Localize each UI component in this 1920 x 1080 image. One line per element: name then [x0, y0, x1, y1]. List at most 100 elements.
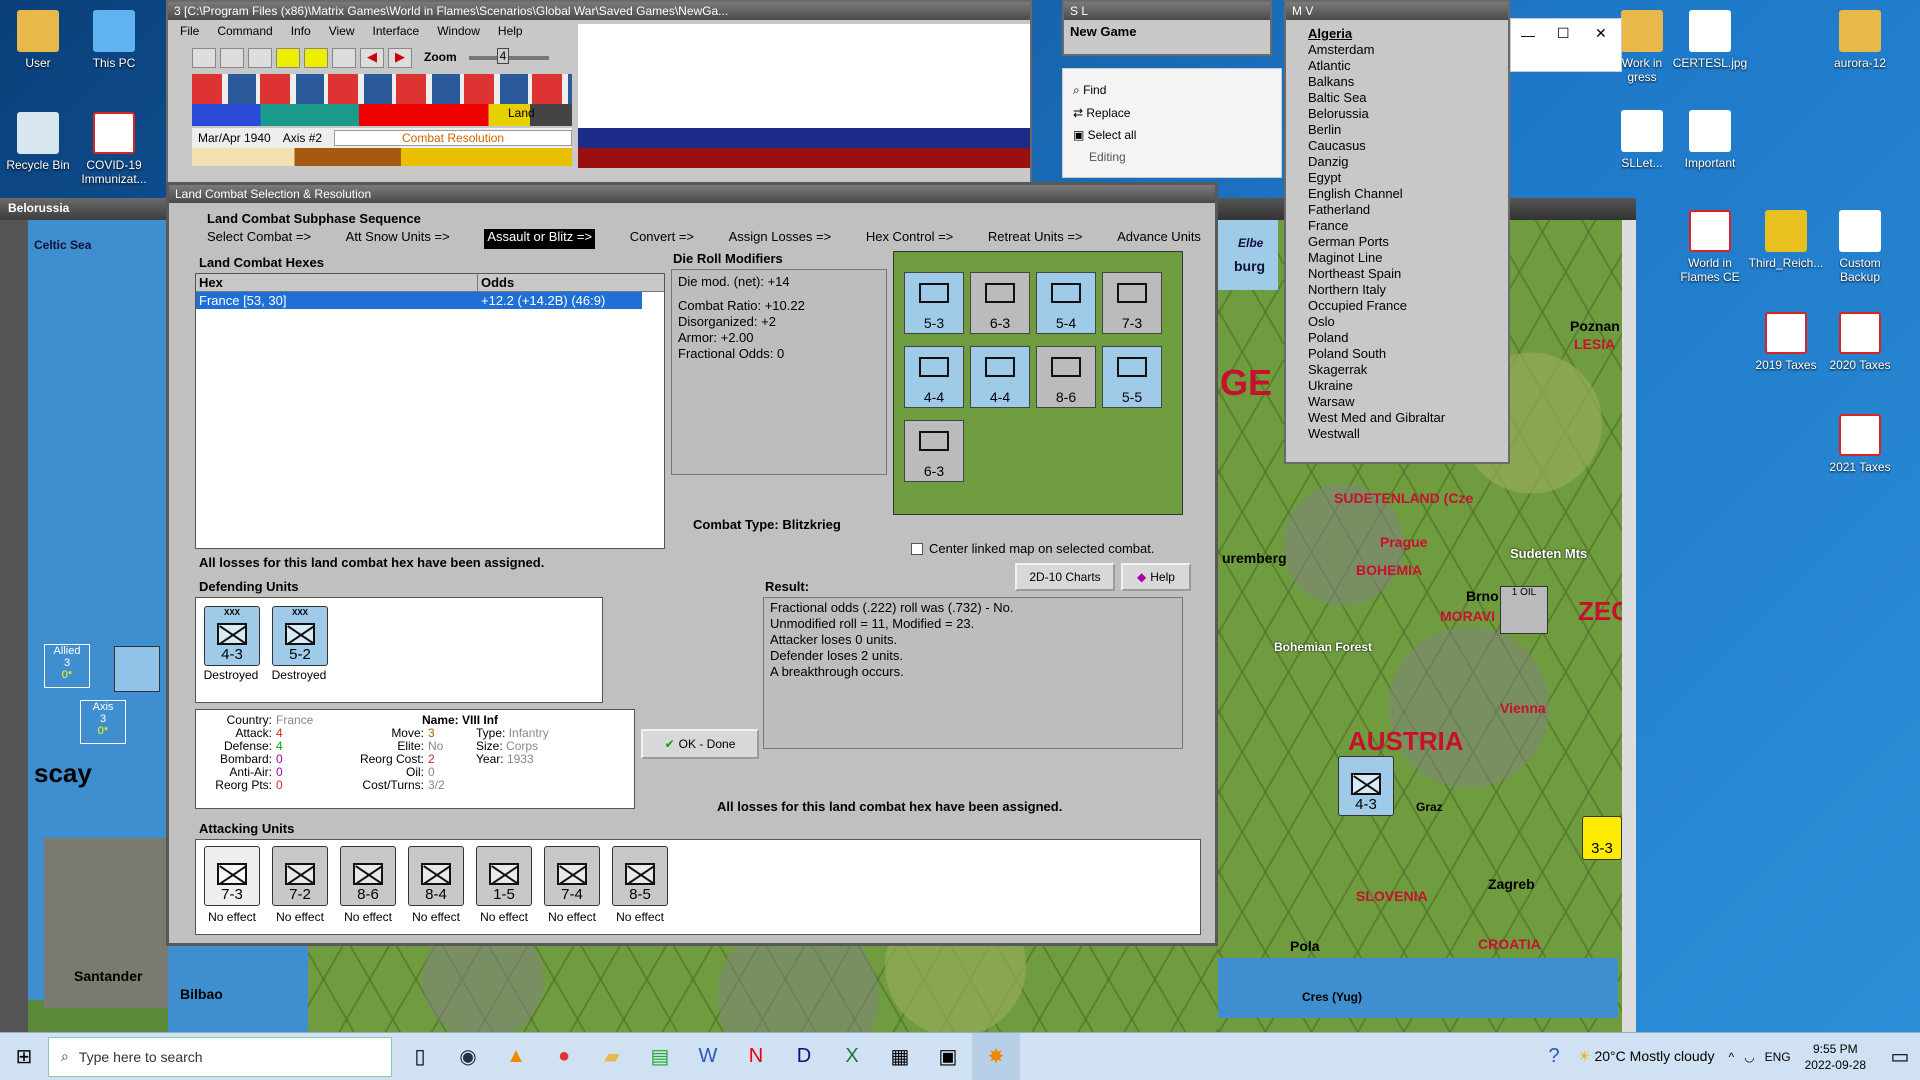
region-list-item[interactable]: Balkans [1308, 74, 1488, 90]
arrow-left-icon[interactable]: ◀ [360, 48, 384, 68]
tool-check-icon[interactable] [304, 48, 328, 68]
region-list-item[interactable]: Algeria [1308, 26, 1488, 42]
clock[interactable]: 9:55 PM 2022-09-28 [1805, 1041, 1866, 1073]
region-list-item[interactable]: Northeast Spain [1308, 266, 1488, 282]
region-list-item[interactable]: Poland South [1308, 346, 1488, 362]
region-list-item[interactable]: German Ports [1308, 234, 1488, 250]
find-button[interactable]: ⌕ Find [1073, 83, 1281, 98]
minimap-unit[interactable]: 5-4 [1036, 272, 1096, 334]
tool-gear-icon[interactable] [248, 48, 272, 68]
replace-button[interactable]: ⇄ Replace [1073, 106, 1281, 120]
region-list-item[interactable]: Berlin [1308, 122, 1488, 138]
center-map-checkbox-row[interactable]: Center linked map on selected combat. [911, 541, 1154, 556]
charts-button[interactable]: 2D-10 Charts [1015, 563, 1115, 591]
disney-icon[interactable]: D [780, 1033, 828, 1080]
minimap-unit[interactable]: 8-6 [1036, 346, 1096, 408]
menu-view[interactable]: View [329, 24, 355, 38]
attacker-unit[interactable]: 1-5 [476, 846, 532, 906]
attacker-unit[interactable]: 7-4 [544, 846, 600, 906]
attacker-unit[interactable]: 8-6 [340, 846, 396, 906]
desktop-icon-certesl[interactable]: CERTESL.jpg [1672, 10, 1748, 70]
axis-counter[interactable]: Axis 3 0* [80, 700, 126, 744]
attacker-unit[interactable]: 7-3 [204, 846, 260, 906]
oil-resource-counter[interactable]: 1 OIL [1500, 586, 1548, 634]
desktop-icon-2021-taxes[interactable]: 2021 Taxes [1822, 414, 1898, 474]
region-list-item[interactable]: Amsterdam [1308, 42, 1488, 58]
select-all-button[interactable]: ▣ Select all [1073, 128, 1281, 142]
desktop-icon-2020-taxes[interactable]: 2020 Taxes [1822, 312, 1898, 372]
notifications-icon[interactable]: ▭ [1880, 1033, 1920, 1080]
minimap-unit[interactable]: 5-3 [904, 272, 964, 334]
map-vertical-scrollbar[interactable] [1622, 220, 1636, 1032]
minimap-unit[interactable]: 7-3 [1102, 272, 1162, 334]
desktop-icon-wif-ce[interactable]: World in Flames CE [1672, 210, 1748, 284]
region-list-item[interactable]: Northern Italy [1308, 282, 1488, 298]
region-list-item[interactable]: France [1308, 218, 1488, 234]
tool-a-icon[interactable] [220, 48, 244, 68]
region-list-item[interactable]: Skagerrak [1308, 362, 1488, 378]
region-list-item[interactable]: Caucasus [1308, 138, 1488, 154]
ok-done-button[interactable]: ✔ OK - Done [641, 729, 759, 759]
allied-counter[interactable]: Allied 3 0* [44, 644, 90, 688]
menu-window[interactable]: Window [437, 24, 480, 38]
map-unit-counter-2[interactable]: 3-3 [1582, 816, 1622, 860]
desktop-icon-covid-pdf[interactable]: COVID-19 Immunizat... [76, 112, 152, 186]
minimap-unit[interactable]: 6-3 [904, 420, 964, 482]
desktop-icon-important[interactable]: Important [1672, 110, 1748, 170]
region-list-item[interactable]: Atlantic [1308, 58, 1488, 74]
region-list-item[interactable]: English Channel [1308, 186, 1488, 202]
region-list-item[interactable]: Oslo [1308, 314, 1488, 330]
task-view-icon[interactable]: ▯ [396, 1033, 444, 1080]
excel-icon[interactable]: X [828, 1033, 876, 1080]
notepad-icon[interactable]: ▤ [636, 1033, 684, 1080]
menu-file[interactable]: File [180, 24, 199, 38]
region-list-item[interactable]: Belorussia [1308, 106, 1488, 122]
arrow-right-icon[interactable]: ▶ [388, 48, 412, 68]
defender-unit-1[interactable]: XXX 4-3 [204, 606, 260, 666]
tool-map-icon[interactable] [276, 48, 300, 68]
network-icon[interactable]: ◡ [1744, 1050, 1754, 1064]
taskbar-search[interactable]: ⌕ Type here to search [48, 1036, 392, 1077]
desktop-icon-custom-backup[interactable]: Custom Backup [1822, 210, 1898, 284]
region-list-item[interactable]: Fatherland [1308, 202, 1488, 218]
region-list-item[interactable]: West Med and Gibraltar [1308, 410, 1488, 426]
attacker-unit[interactable]: 7-2 [272, 846, 328, 906]
region-list-item[interactable]: Poland [1308, 330, 1488, 346]
close-icon[interactable]: ✕ [1595, 25, 1607, 42]
map-unit-counter[interactable]: 4-3 [1338, 756, 1394, 816]
wif-icon[interactable]: ✸ [972, 1032, 1020, 1080]
attacker-unit[interactable]: 8-4 [408, 846, 464, 906]
map-scrollbar[interactable] [0, 220, 28, 1032]
weather-widget[interactable]: ☀ 20°C Mostly cloudy [1578, 1048, 1714, 1065]
desktop-icon-third-reich[interactable]: Third_Reich... [1748, 210, 1824, 270]
desktop-icon-sllet[interactable]: SLLet... [1612, 110, 1672, 170]
attacker-unit[interactable]: 8-5 [612, 846, 668, 906]
zoom-slider[interactable]: 4 [468, 48, 549, 64]
defender-unit-2[interactable]: XXX 5-2 [272, 606, 328, 666]
vlc-icon[interactable]: ▲ [492, 1033, 540, 1080]
region-list-item[interactable]: Westwall [1308, 426, 1488, 442]
minimap-unit[interactable]: 6-3 [970, 272, 1030, 334]
region-list-item[interactable]: Maginot Line [1308, 250, 1488, 266]
minimize-icon[interactable]: — [1521, 27, 1535, 43]
nation-flags-row[interactable] [192, 74, 572, 104]
menu-help[interactable]: Help [498, 24, 523, 38]
minimap-unit[interactable]: 4-4 [970, 346, 1030, 408]
desktop-icon-this-pc[interactable]: This PC [76, 10, 152, 70]
chrome-icon[interactable]: ● [540, 1033, 588, 1080]
region-list-item[interactable]: Egypt [1308, 170, 1488, 186]
desktop-icon-aurora[interactable]: aurora-12 [1822, 10, 1898, 70]
menu-command[interactable]: Command [217, 24, 272, 38]
start-windows-icon[interactable]: ⊞ [0, 1033, 48, 1080]
word-icon[interactable]: W [684, 1033, 732, 1080]
game-window-icon[interactable]: ▣ [924, 1033, 972, 1080]
tool-flag-icon[interactable] [332, 48, 356, 68]
help-button[interactable]: ◆ Help [1121, 563, 1191, 591]
menu-info[interactable]: Info [291, 24, 311, 38]
region-list-item[interactable]: Danzig [1308, 154, 1488, 170]
naval-unit-counter[interactable] [114, 646, 160, 692]
table-row[interactable]: France [53, 30] +12.2 (+14.2B) (46:9) [196, 292, 642, 309]
region-list-item[interactable]: Occupied France [1308, 298, 1488, 314]
desktop-icon-recycle-bin[interactable]: Recycle Bin [0, 112, 76, 172]
language-indicator[interactable]: ENG [1765, 1050, 1791, 1064]
